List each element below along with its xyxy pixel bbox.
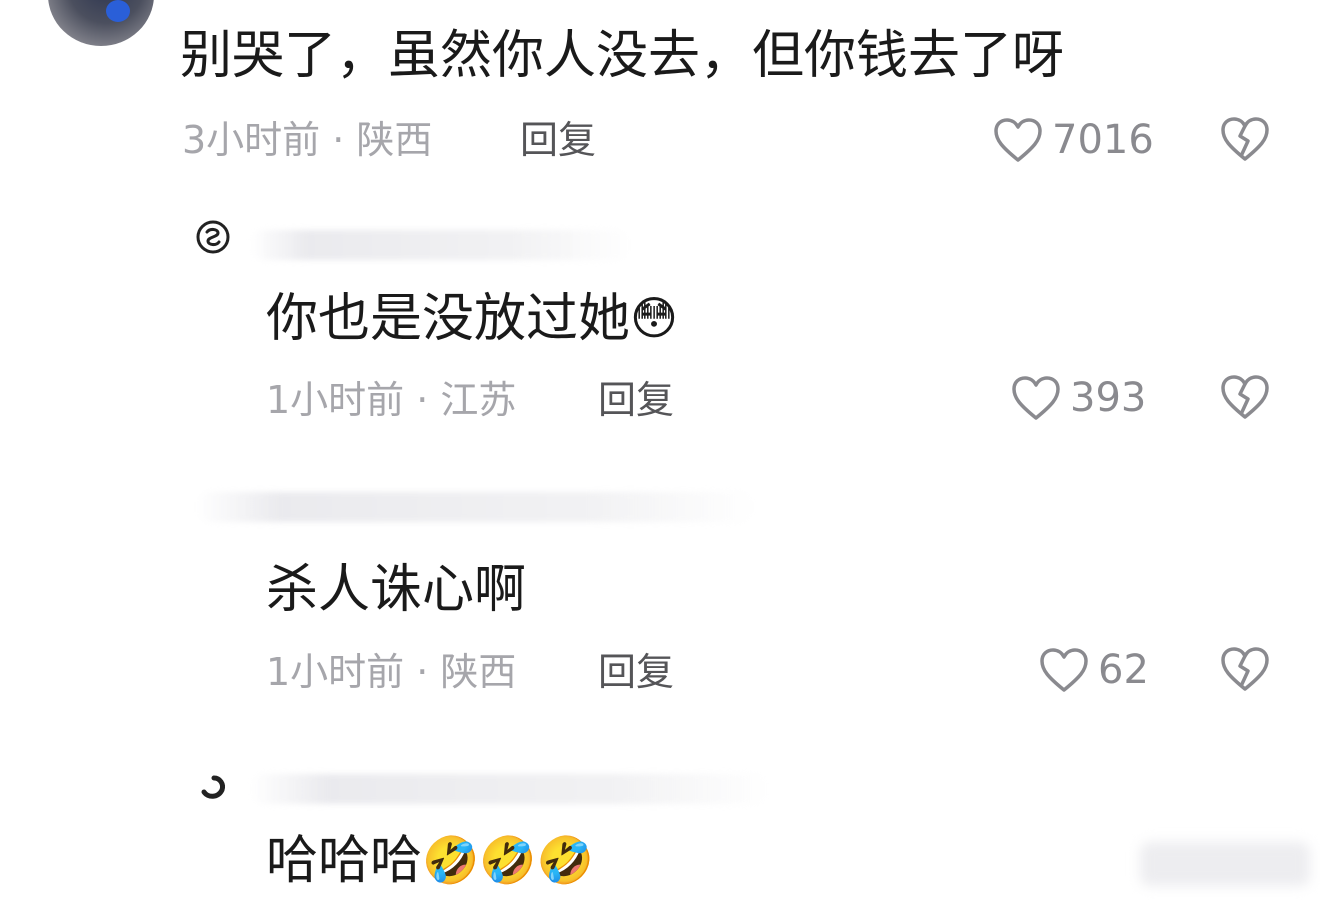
emoji: 🤣🤣🤣 (422, 833, 594, 887)
like-button[interactable]: 7016 (992, 114, 1154, 166)
avatar[interactable] (48, 0, 154, 46)
watermark (1140, 842, 1310, 886)
like-button[interactable]: 62 (1038, 644, 1149, 696)
emoji: 😳 (630, 291, 678, 345)
reply-comment-item: 杀人诛心啊 1小时前 · 陕西 回复 62 (0, 470, 1320, 710)
username-blurred[interactable] (250, 774, 770, 804)
comment-text: 哈哈哈🤣🤣🤣 (266, 831, 594, 891)
like-count: 393 (1070, 375, 1147, 421)
broken-heart-icon (1221, 117, 1269, 161)
reply-button[interactable]: 回复 (598, 650, 674, 694)
comment-item: 别哭了，虽然你人没去，但你钱去了呀 3小时前 · 陕西 回复 7016 (0, 0, 1320, 190)
dislike-button[interactable] (1218, 372, 1272, 424)
heart-outline-icon (1012, 376, 1060, 420)
heart-outline-icon (994, 118, 1042, 162)
username-blurred[interactable] (196, 492, 756, 522)
reply-comment-item: 你也是没放过她😳 1小时前 · 江苏 回复 393 (0, 200, 1320, 440)
username-blurred[interactable] (250, 230, 630, 260)
reply-button[interactable]: 回复 (520, 118, 596, 162)
broken-heart-icon (1221, 647, 1269, 691)
heart-outline-icon (1040, 648, 1088, 692)
comment-time-location: 1小时前 · 江苏 (266, 378, 517, 422)
comment-time-location: 3小时前 · 陕西 (182, 118, 433, 162)
avatar[interactable] (196, 220, 230, 254)
like-button[interactable]: 393 (1010, 372, 1146, 424)
dislike-button[interactable] (1218, 644, 1272, 696)
like-count: 7016 (1052, 117, 1154, 163)
dislike-button[interactable] (1218, 114, 1272, 166)
comment-text: 杀人诛心啊 (266, 560, 527, 620)
avatar[interactable] (198, 772, 228, 802)
reply-button[interactable]: 回复 (598, 378, 674, 422)
broken-heart-icon (1221, 375, 1269, 419)
like-count: 62 (1098, 647, 1149, 693)
comment-time-location: 1小时前 · 陕西 (266, 650, 517, 694)
comment-text: 别哭了，虽然你人没去，但你钱去了呀 (180, 26, 1065, 86)
reply-comment-item: 哈哈哈🤣🤣🤣 (0, 750, 1320, 900)
comment-text: 你也是没放过她😳 (266, 289, 678, 349)
